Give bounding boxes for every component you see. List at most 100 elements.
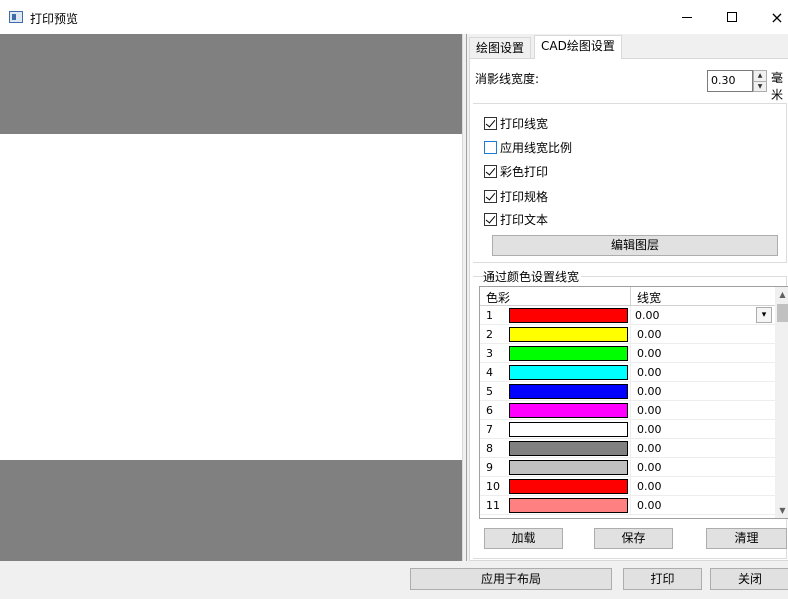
table-row[interactable]: 10 0.00 <box>480 477 775 496</box>
table-row[interactable]: 2 0.00 <box>480 325 775 344</box>
lineweight-value[interactable]: 0.00 <box>637 385 662 398</box>
table-row[interactable]: 11 0.00 <box>480 496 775 515</box>
lineweight-value[interactable]: 0.00 <box>637 461 662 474</box>
color-swatch[interactable] <box>509 460 628 475</box>
color-swatch[interactable] <box>509 498 628 513</box>
lineweight-value[interactable]: 0.00 <box>637 347 662 360</box>
hidden-line-width-spinner[interactable]: ▲ ▼ <box>753 70 767 92</box>
cell-divider <box>630 439 631 458</box>
apply-to-layout-button[interactable]: 应用于布局 <box>410 568 612 590</box>
minimize-icon <box>682 16 692 18</box>
table-row[interactable]: 9 0.00 <box>480 458 775 477</box>
color-swatch[interactable] <box>509 308 628 323</box>
lineweight-value[interactable]: 0.00 <box>637 328 662 341</box>
checkbox-icon[interactable] <box>484 189 497 203</box>
scroll-down-icon[interactable]: ▼ <box>775 503 788 518</box>
cell-divider <box>630 306 631 325</box>
color-swatch[interactable] <box>509 441 628 456</box>
clear-button[interactable]: 清理 <box>706 528 787 549</box>
column-header-lineweight: 线宽 <box>637 291 662 305</box>
checkbox-apply-lineweight-scale[interactable]: 应用线宽比例 <box>484 138 572 156</box>
checkbox-icon[interactable] <box>484 212 497 226</box>
checkbox-icon[interactable] <box>484 116 497 130</box>
color-index: 11 <box>486 499 500 512</box>
hidden-line-width-input[interactable]: 0.30 <box>707 70 753 92</box>
load-button[interactable]: 加载 <box>484 528 563 549</box>
column-divider[interactable] <box>630 287 631 306</box>
table-row[interactable]: 8 0.00 <box>480 439 775 458</box>
checkbox-label: 彩色打印 <box>500 164 549 179</box>
spin-down-icon[interactable]: ▼ <box>754 81 766 91</box>
color-swatch[interactable] <box>509 346 628 361</box>
hidden-line-width-label: 消影线宽度: <box>475 72 540 86</box>
tab-cad-drawing-settings[interactable]: CAD绘图设置 <box>534 35 622 59</box>
spin-up-icon[interactable]: ▲ <box>754 71 766 81</box>
lineweight-value[interactable]: 0.00 <box>637 404 662 417</box>
checkbox-label: 打印规格 <box>500 189 549 204</box>
checkbox-print-text[interactable]: 打印文本 <box>484 210 548 228</box>
hidden-line-width-unit: 毫米 <box>771 71 784 102</box>
color-lineweight-group-title: 通过颜色设置线宽 <box>483 268 582 285</box>
maximize-icon <box>727 12 737 22</box>
cell-divider <box>630 363 631 382</box>
color-index: 2 <box>486 328 493 341</box>
scroll-thumb[interactable] <box>777 304 788 322</box>
checkbox-color-print[interactable]: 彩色打印 <box>484 162 548 180</box>
color-swatch[interactable] <box>509 384 628 399</box>
checkbox-print-dimensions[interactable]: 打印规格 <box>484 187 548 205</box>
color-index: 7 <box>486 423 493 436</box>
table-row[interactable]: 5 0.00 <box>480 382 775 401</box>
table-row[interactable]: 3 0.00 <box>480 344 775 363</box>
table-row[interactable]: 1 0.00 ▾ <box>480 306 775 325</box>
color-swatch[interactable] <box>509 422 628 437</box>
lineweight-value[interactable]: 0.00 <box>637 499 662 512</box>
footer-bar: 应用于布局 打印 关闭 <box>0 561 788 599</box>
close-window-button[interactable]: × <box>754 0 788 34</box>
dropdown-arrow-icon[interactable]: ▾ <box>756 307 772 323</box>
checkbox-label: 应用线宽比例 <box>500 140 573 155</box>
checkbox-print-lineweight[interactable]: 打印线宽 <box>484 114 548 132</box>
tab-page: 消影线宽度: 0.30 ▲ ▼ 毫米 打印线宽 应用线宽比例 彩色打印 打印规格 <box>469 58 788 561</box>
print-options-group: 打印线宽 应用线宽比例 彩色打印 打印规格 打印文本 编辑图层 <box>473 103 787 263</box>
color-swatch[interactable] <box>509 479 628 494</box>
checkbox-icon[interactable] <box>484 164 497 178</box>
color-index: 10 <box>486 480 500 493</box>
maximize-button[interactable] <box>709 0 755 34</box>
lineweight-value[interactable]: 0.00 <box>637 366 662 379</box>
table-row[interactable]: 7 0.00 <box>480 420 775 439</box>
color-swatch[interactable] <box>509 365 628 380</box>
cell-divider <box>630 458 631 477</box>
window-title: 打印预览 <box>30 12 79 26</box>
close-button[interactable]: 关闭 <box>710 568 788 590</box>
save-button[interactable]: 保存 <box>594 528 673 549</box>
scroll-up-icon[interactable]: ▲ <box>775 287 788 302</box>
color-index: 4 <box>486 366 493 379</box>
tab-bar: 绘图设置 CAD绘图设置 <box>467 34 788 59</box>
lineweight-value[interactable]: 0.00 <box>635 309 660 322</box>
print-button[interactable]: 打印 <box>623 568 702 590</box>
cell-divider <box>630 325 631 344</box>
table-scrollbar[interactable]: ▲ ▼ <box>775 287 788 518</box>
cell-divider <box>630 477 631 496</box>
cell-divider <box>630 401 631 420</box>
edit-layers-button[interactable]: 编辑图层 <box>492 235 778 256</box>
cell-divider <box>630 420 631 439</box>
lineweight-value[interactable]: 0.00 <box>637 480 662 493</box>
table-row[interactable]: 6 0.00 <box>480 401 775 420</box>
color-index: 8 <box>486 442 493 455</box>
checkbox-label: 打印文本 <box>500 212 549 227</box>
checkbox-icon[interactable] <box>484 140 497 154</box>
cell-divider <box>630 344 631 363</box>
preview-paper <box>0 134 462 460</box>
minimize-button[interactable] <box>664 0 710 34</box>
lineweight-value[interactable]: 0.00 <box>637 442 662 455</box>
tab-drawing-settings[interactable]: 绘图设置 <box>469 37 532 58</box>
color-lineweight-table: 色彩 线宽 1 0.00 ▾ 2 0.00 3 0.00 4 0.00 5 0.00 6 0.00 7 0.… <box>479 286 788 519</box>
close-icon: × <box>770 7 784 27</box>
color-index: 9 <box>486 461 493 474</box>
print-preview-area[interactable] <box>0 34 462 561</box>
lineweight-value[interactable]: 0.00 <box>637 423 662 436</box>
color-swatch[interactable] <box>509 327 628 342</box>
table-row[interactable]: 4 0.00 <box>480 363 775 382</box>
color-swatch[interactable] <box>509 403 628 418</box>
